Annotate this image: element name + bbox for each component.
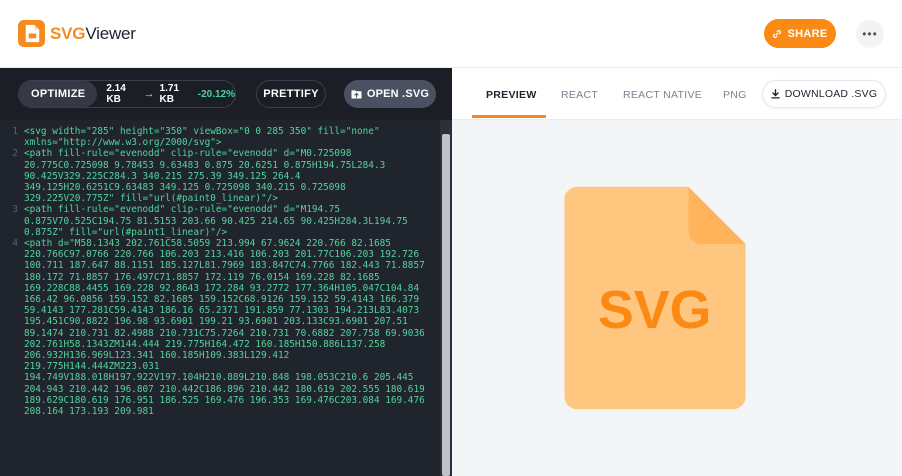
code-line: 2 <path fill-rule="evenodd" clip-rule="ev… bbox=[0, 148, 440, 204]
editor-toolbar: OPTIMIZE 2.14 KB → 1.71 KB -20.12% PRETT… bbox=[0, 68, 452, 120]
scrollbar-thumb[interactable] bbox=[442, 134, 450, 476]
line-number: 4 bbox=[12, 238, 18, 250]
code-editor-pane: OPTIMIZE 2.14 KB → 1.71 KB -20.12% PRETT… bbox=[0, 68, 452, 476]
app-name: SVGViewer bbox=[50, 23, 136, 43]
link-icon bbox=[773, 29, 782, 38]
code-line: 1 <svg width="285" height="350" viewBox="… bbox=[0, 126, 440, 148]
original-size: 2.14 KB bbox=[106, 83, 126, 105]
size-reduction: -20.12% bbox=[197, 88, 235, 100]
open-svg-label: OPEN .SVG bbox=[366, 88, 430, 100]
output-tabs: PREVIEW REACT REACT NATIVE PNG DOWNLOAD … bbox=[452, 68, 902, 120]
code-area[interactable]: 1 <svg width="285" height="350" viewBox="… bbox=[0, 120, 440, 476]
file-type-label: SVG bbox=[598, 280, 711, 340]
prettify-button[interactable]: PRETTIFY bbox=[256, 80, 326, 108]
download-svg-button[interactable]: DOWNLOAD .SVG bbox=[762, 80, 886, 108]
tab-react-native[interactable]: REACT NATIVE bbox=[623, 89, 702, 101]
line-number: 2 bbox=[12, 148, 18, 160]
preview-pane: PREVIEW REACT REACT NATIVE PNG DOWNLOAD … bbox=[452, 68, 902, 476]
code-line: 3 <path fill-rule="evenodd" clip-rule="ev… bbox=[0, 204, 440, 238]
svg-file-preview: SVG bbox=[564, 186, 746, 410]
folder-upload-icon bbox=[351, 90, 362, 99]
optimize-group: OPTIMIZE 2.14 KB → 1.71 KB -20.12% bbox=[18, 80, 236, 108]
code-text: <path d="M58.1343 202.761C58.5059 213.99… bbox=[24, 238, 431, 418]
code-text: <path fill-rule="evenodd" clip-rule="eve… bbox=[24, 204, 414, 238]
code-text: <svg width="285" height="350" viewBox="0… bbox=[24, 126, 386, 149]
arrow-right-icon: → bbox=[143, 88, 155, 100]
share-label: SHARE bbox=[787, 27, 828, 40]
svgviewer-logo-icon bbox=[18, 20, 45, 47]
code-line: 4 <path d="M58.1343 202.761C58.5059 213.9… bbox=[0, 238, 440, 417]
tab-preview[interactable]: PREVIEW bbox=[486, 89, 537, 101]
more-dots-icon: ••• bbox=[862, 27, 878, 41]
more-options-button[interactable]: ••• bbox=[856, 20, 884, 48]
line-number: 3 bbox=[12, 204, 18, 216]
share-button[interactable]: SHARE bbox=[764, 19, 836, 48]
code-scrollbar[interactable] bbox=[440, 120, 452, 476]
tab-react[interactable]: REACT bbox=[561, 89, 598, 101]
file-fold-shape bbox=[688, 186, 746, 244]
download-icon bbox=[770, 89, 780, 99]
open-svg-button[interactable]: OPEN .SVG bbox=[344, 80, 436, 108]
active-tab-indicator bbox=[472, 115, 546, 118]
download-svg-label: DOWNLOAD .SVG bbox=[784, 88, 878, 100]
optimized-size: 1.71 KB bbox=[159, 83, 180, 105]
line-number: 1 bbox=[12, 126, 18, 137]
optimize-button[interactable]: OPTIMIZE bbox=[19, 81, 98, 107]
app-header: SVGViewer SHARE ••• bbox=[0, 0, 902, 68]
tab-png[interactable]: PNG bbox=[723, 89, 747, 101]
code-text: <path fill-rule="evenodd" clip-rule="eve… bbox=[24, 148, 391, 205]
app-logo[interactable]: SVGViewer bbox=[18, 20, 136, 47]
